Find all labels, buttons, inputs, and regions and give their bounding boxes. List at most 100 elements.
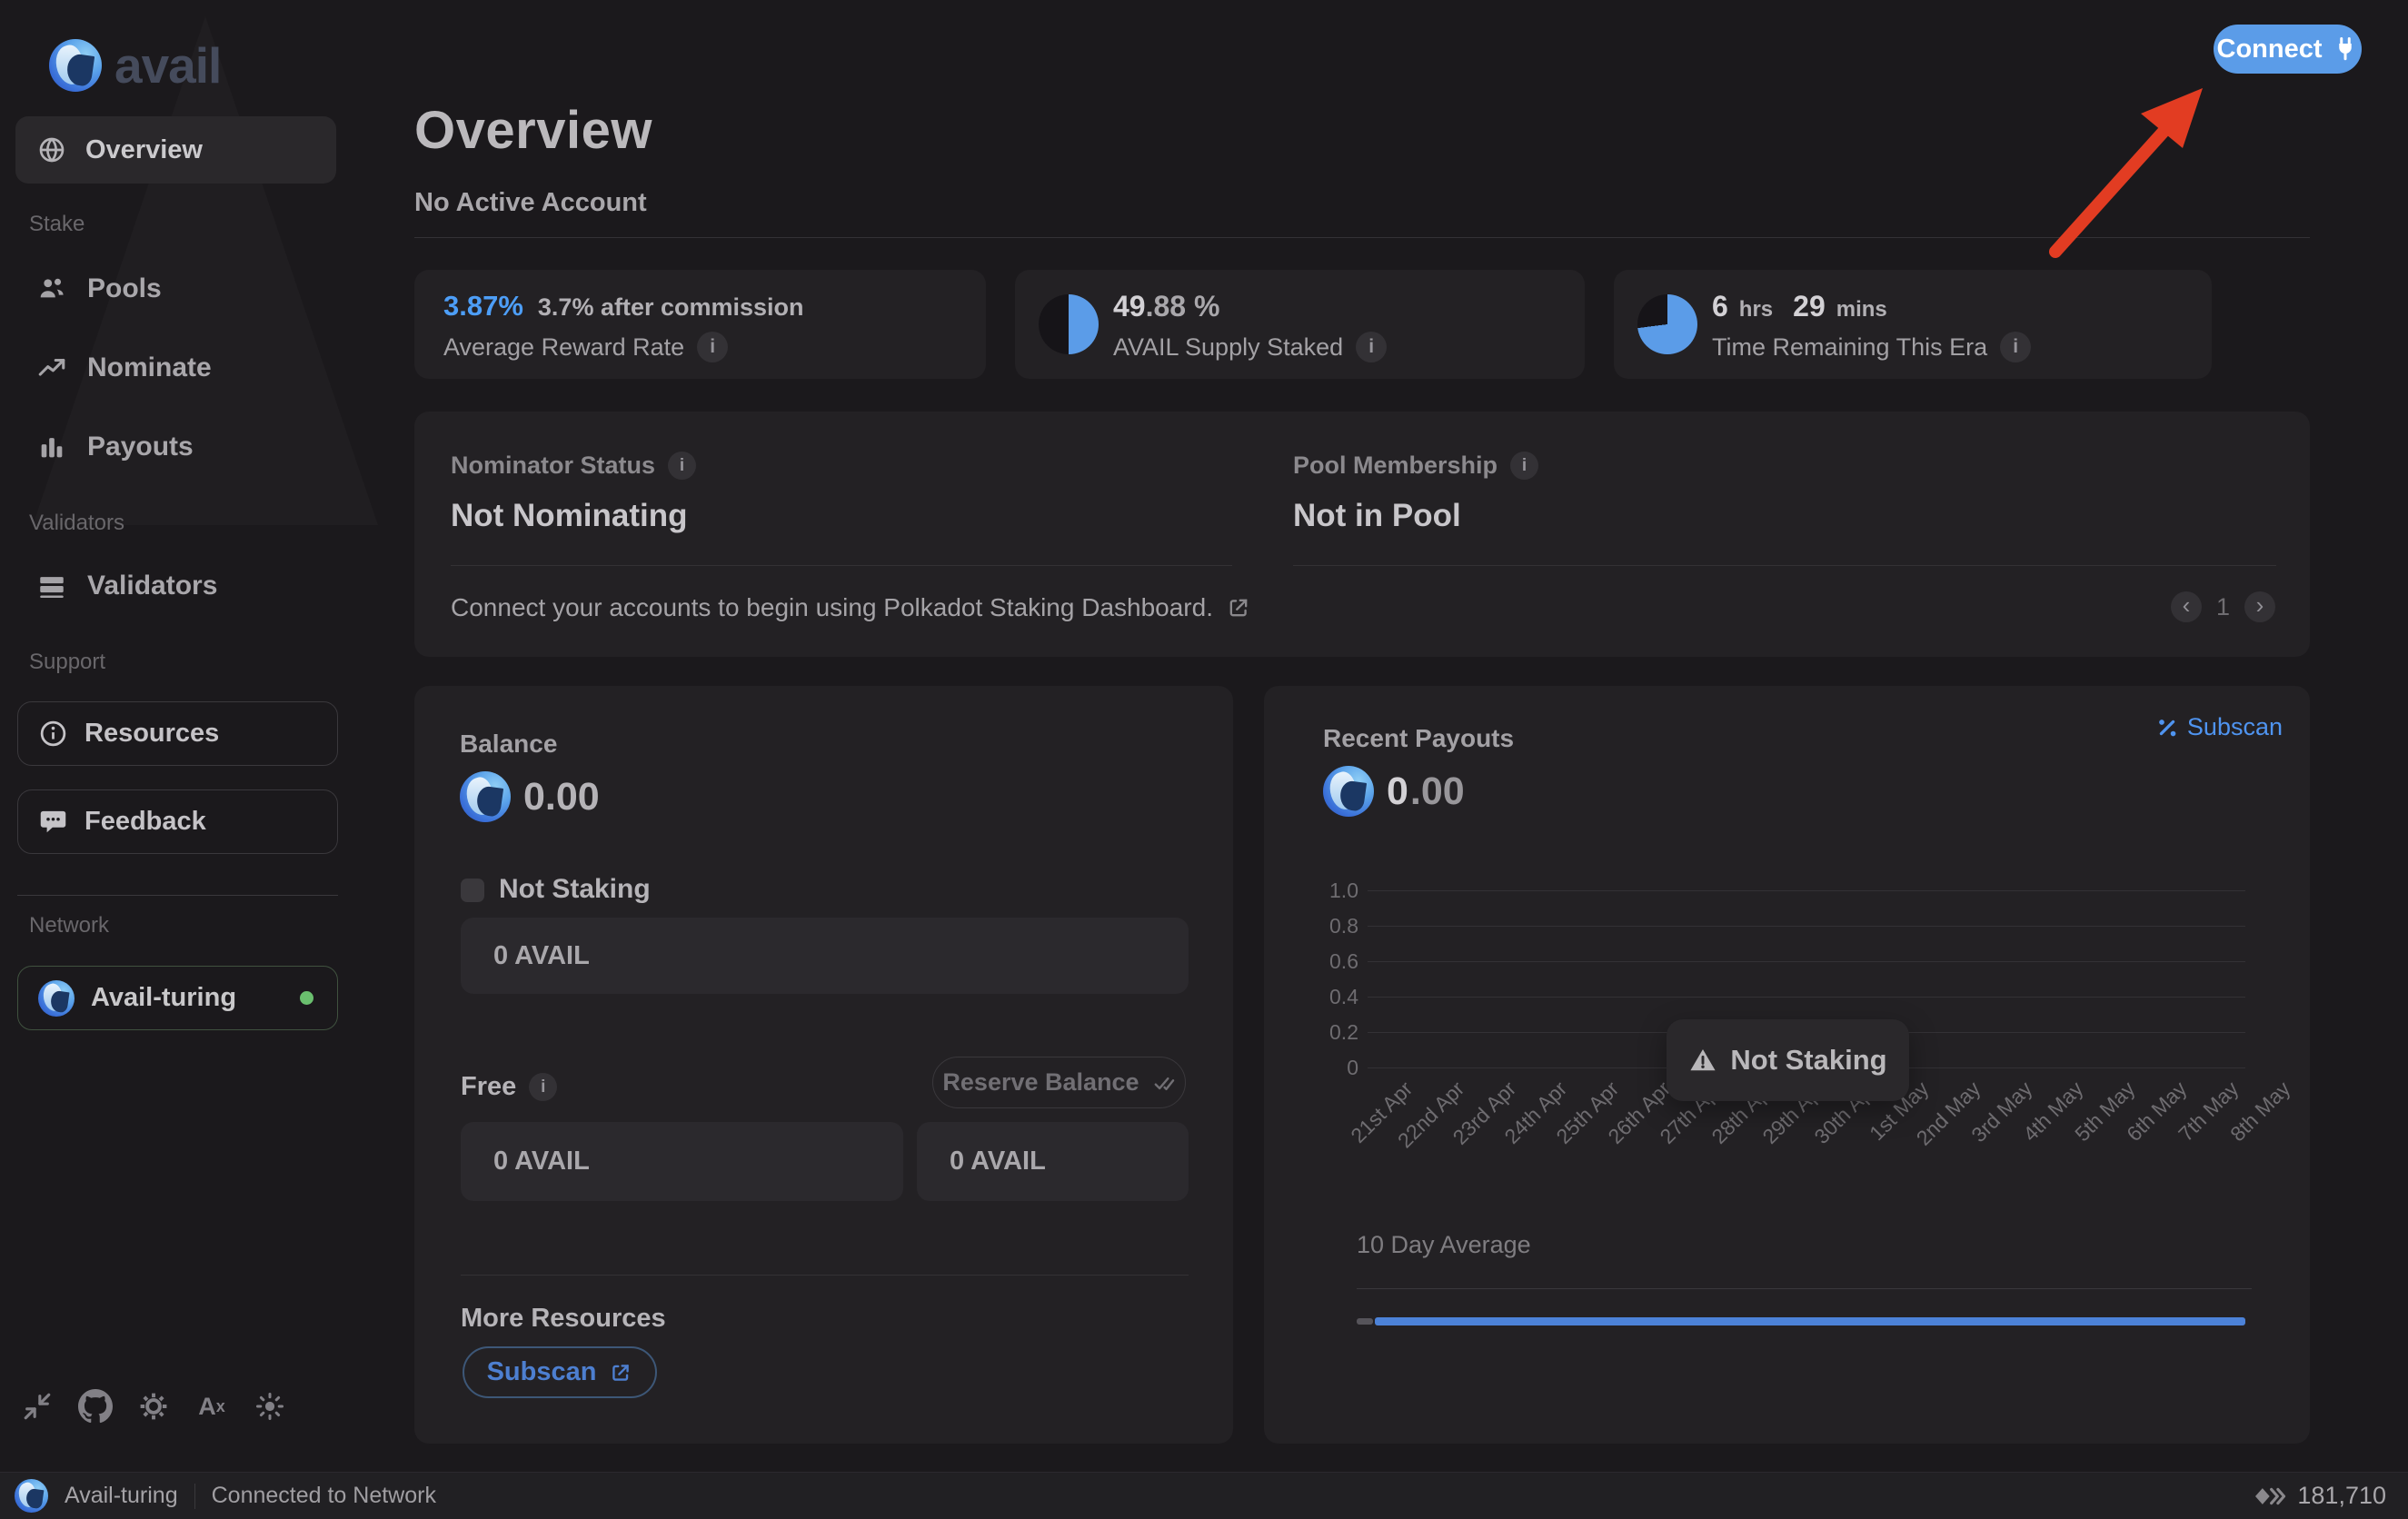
status-divider-right (1293, 565, 2276, 566)
sidebar-item-pools[interactable]: Pools (36, 269, 162, 309)
resources-button[interactable]: Resources (17, 701, 338, 766)
section-label-validators: Validators (29, 511, 124, 536)
reward-rate-label: Average Reward Rate (443, 333, 684, 362)
ten-day-average-line (1375, 1317, 2245, 1325)
network-logo-icon (15, 1479, 48, 1513)
language-icon-secondary: x (216, 1398, 225, 1415)
info-icon[interactable]: i (2000, 332, 2031, 362)
globe-icon (37, 135, 66, 164)
network-logo-icon (38, 980, 75, 1017)
feedback-button[interactable]: Feedback (17, 789, 338, 854)
sidebar-item-label: Nominate (87, 352, 212, 383)
subscan-button[interactable]: Subscan (463, 1346, 657, 1398)
status-card: Nominator Status i Not Nominating Pool M… (414, 412, 2310, 657)
sidebar-footer-icons: Ax (20, 1389, 287, 1424)
github-icon[interactable] (78, 1389, 113, 1424)
language-icon[interactable]: Ax (194, 1389, 229, 1424)
more-resources-label: More Resources (461, 1304, 666, 1334)
stat-card-supply-staked: 49 .88 % AVAIL Supply Staked i (1015, 270, 1585, 379)
theme-sun-icon[interactable] (253, 1389, 287, 1424)
network-selector-button[interactable]: Avail-turing (17, 966, 338, 1030)
average-divider (1357, 1288, 2252, 1289)
stat-card-reward-rate: 3.87% 3.7% after commission Average Rewa… (414, 270, 986, 379)
supply-staked-label: AVAIL Supply Staked (1113, 333, 1343, 362)
settings-gear-icon[interactable] (136, 1389, 171, 1424)
page-title: Overview (414, 100, 652, 161)
info-icon (38, 719, 68, 749)
feedback-label: Feedback (85, 807, 206, 837)
recent-payouts-card: Subscan Recent Payouts 0.00 1.00.80.60.4… (1264, 686, 2310, 1444)
pool-membership-value: Not in Pool (1293, 498, 1461, 534)
not-staking-overlay: Not Staking (1667, 1019, 1909, 1101)
ten-day-average-label: 10 Day Average (1357, 1231, 1531, 1259)
connection-status: Connected to Network (212, 1483, 436, 1509)
resources-label: Resources (85, 719, 219, 749)
sidebar-item-label: Payouts (87, 432, 194, 462)
external-link-icon (1226, 595, 1251, 621)
sidebar-item-label: Pools (87, 273, 162, 304)
app-logo-text: avail (114, 36, 221, 94)
balance-card: Balance 0.00 Not Staking 0 AVAIL Free i … (414, 686, 1233, 1444)
payouts-amount-frac: .00 (1410, 769, 1465, 814)
free-balance-label: Free (461, 1072, 516, 1102)
subscan-link[interactable]: Subscan (2156, 713, 2283, 741)
server-icon (36, 571, 67, 601)
supply-staked-pie-icon (1039, 294, 1099, 354)
subscan-link-label: Subscan (2187, 713, 2283, 741)
supply-staked-int: 49 (1113, 290, 1146, 323)
subscan-button-label: Subscan (487, 1357, 597, 1387)
avail-logo-icon (49, 39, 102, 92)
avail-token-icon (1323, 766, 1374, 817)
average-line-start (1357, 1318, 1373, 1325)
sidebar-item-overview[interactable]: Overview (15, 116, 336, 184)
block-icon (2255, 1484, 2286, 1508)
reward-rate-note: 3.7% after commission (538, 293, 804, 322)
info-icon[interactable]: i (1356, 332, 1387, 362)
trend-up-icon (36, 352, 67, 383)
reserve-balance-toggle[interactable]: Reserve Balance (932, 1057, 1186, 1108)
status-bar: Avail-turing Connected to Network 181,71… (0, 1472, 2408, 1519)
era-minutes-unit: mins (1836, 297, 1887, 323)
red-pointer-arrow (2035, 68, 2226, 263)
info-icon[interactable]: i (668, 452, 696, 480)
era-hours-unit: hrs (1739, 297, 1773, 323)
avail-token-icon (460, 771, 511, 822)
sidebar-divider (17, 895, 338, 896)
sidebar-item-validators[interactable]: Validators (36, 566, 217, 606)
sidebar-item-nominate[interactable]: Nominate (36, 348, 212, 388)
network-name: Avail-turing (91, 983, 236, 1013)
sidebar-item-payouts[interactable]: Payouts (36, 427, 194, 467)
connect-button[interactable]: Connect (2214, 25, 2362, 74)
status-pager: ‹ 1 › (2171, 591, 2275, 622)
not-staking-overlay-label: Not Staking (1730, 1044, 1886, 1077)
connect-label: Connect (2217, 35, 2323, 65)
payouts-y-labels: 1.00.80.60.40.20 (1264, 879, 1358, 1087)
not-staking-checkbox (461, 879, 484, 902)
nominator-status-label: Nominator Status (451, 452, 655, 480)
not-staking-label: Not Staking (499, 874, 651, 905)
warning-icon (1688, 1046, 1717, 1075)
info-icon[interactable]: i (1510, 452, 1538, 480)
statusbar-separator (194, 1484, 195, 1509)
network-status-dot (300, 991, 313, 1005)
reserve-balance-label: Reserve Balance (942, 1068, 1139, 1097)
connect-prompt[interactable]: Connect your accounts to begin using Pol… (451, 593, 1251, 622)
pager-prev-button[interactable]: ‹ (2171, 591, 2202, 622)
sidebar-item-label: Overview (85, 135, 203, 165)
collapse-sidebar-icon[interactable] (20, 1389, 55, 1424)
reserve-balance-field: 0 AVAIL (917, 1122, 1189, 1201)
info-icon[interactable]: i (529, 1073, 557, 1101)
active-account-status: No Active Account (414, 188, 647, 218)
chat-icon (38, 807, 68, 837)
supply-staked-frac: .88 % (1146, 290, 1220, 323)
recent-payouts-title: Recent Payouts (1323, 724, 1514, 753)
balance-title: Balance (460, 730, 557, 759)
pager-next-button[interactable]: › (2244, 591, 2275, 622)
balance-amount: 0.00 (523, 775, 600, 819)
header-divider (414, 237, 2310, 238)
nominator-status-value: Not Nominating (451, 498, 688, 534)
info-icon[interactable]: i (697, 332, 728, 362)
double-check-icon (1152, 1071, 1176, 1095)
subscan-icon (2156, 717, 2178, 739)
reward-rate-value: 3.87% (443, 290, 523, 323)
